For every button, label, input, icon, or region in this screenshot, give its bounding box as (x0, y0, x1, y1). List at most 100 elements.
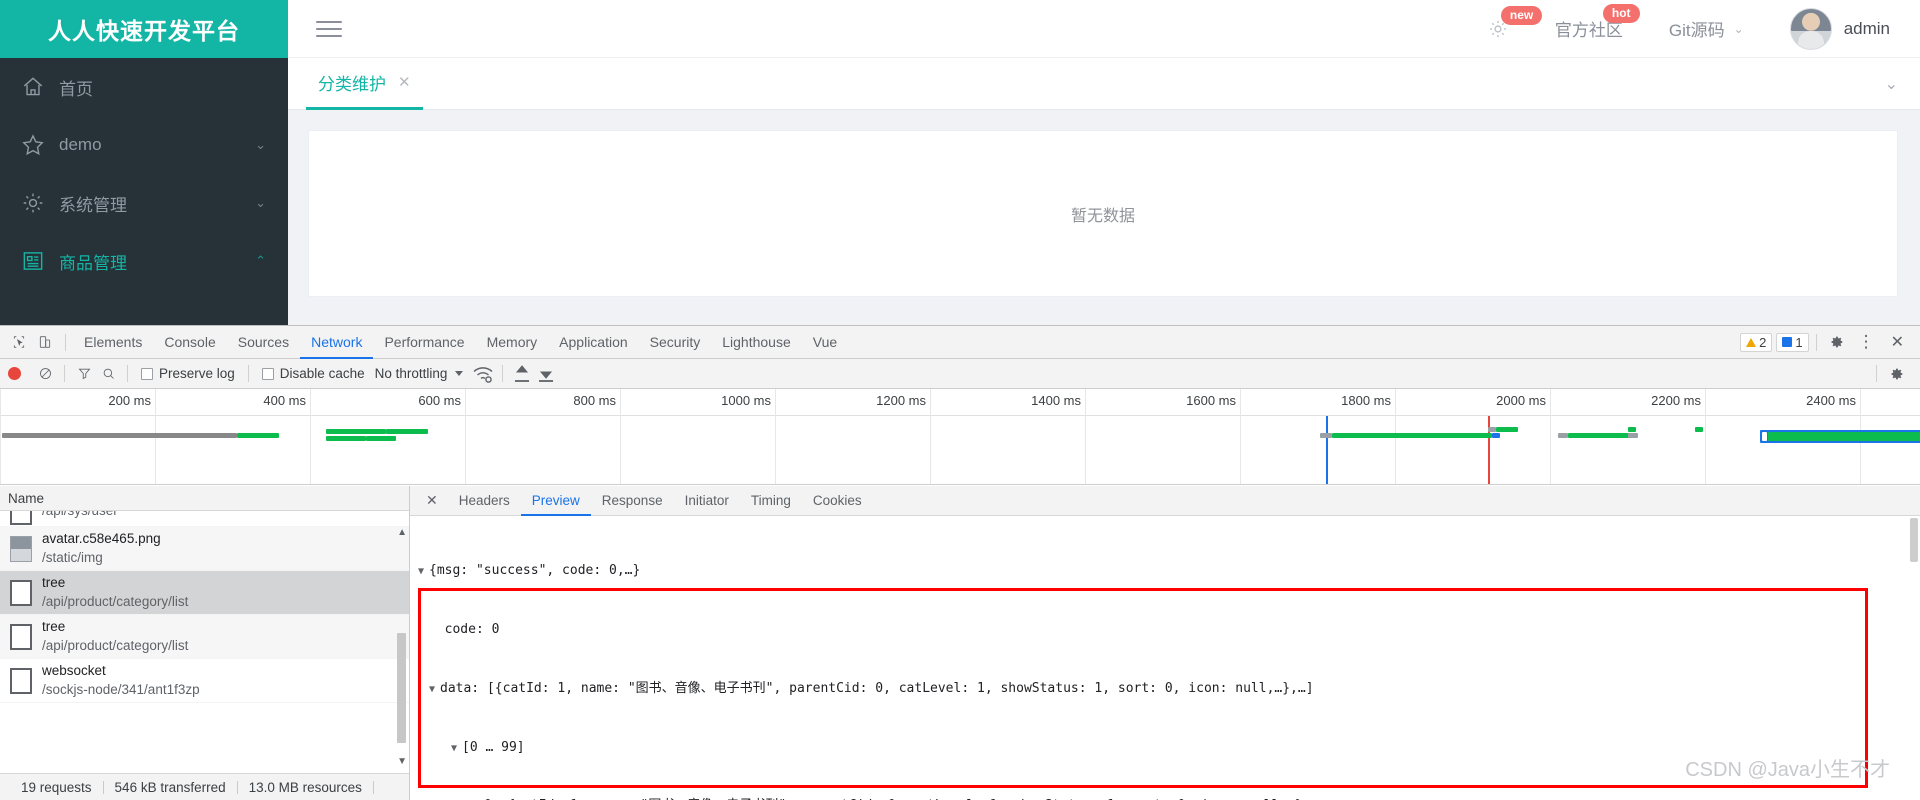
timeline-request-bar (1320, 433, 1332, 438)
table-row[interactable]: tree /api/product/category/list (0, 615, 409, 659)
json-line[interactable]: ▼ [0 … 99] (418, 738, 1920, 758)
timeline-request-bar (2, 433, 237, 438)
table-row[interactable]: tree /api/product/category/list (0, 571, 409, 615)
tab-lighthouse[interactable]: Lighthouse (711, 326, 802, 359)
json-line[interactable]: ▼ {msg: "success", code: 0,…} (418, 561, 1920, 581)
catalog-icon (20, 248, 46, 274)
timeline-request-bar (1488, 427, 1496, 432)
search-icon[interactable] (96, 362, 120, 386)
web-app-region: 人人快速开发平台 new 官方社区 hot Git源码 ⌄ admin 首页 d… (0, 0, 1920, 325)
json-line-text: [0 … 99] (462, 739, 525, 755)
devtools-settings-gear-icon[interactable] (1824, 329, 1850, 355)
tick-label: 2400 ms (1806, 393, 1856, 408)
timeline-request-bar (326, 429, 386, 434)
network-settings-gear-icon[interactable] (1884, 361, 1910, 387)
timeline-request-bar (386, 429, 428, 434)
tabs-collapse-icon[interactable]: ⌄ (1885, 74, 1898, 94)
detail-close-icon[interactable]: ✕ (416, 492, 448, 509)
timeline-request-bar (1492, 433, 1500, 438)
sidebar-item-demo[interactable]: demo ⌄ (0, 116, 288, 174)
sidebar-item-system[interactable]: 系统管理 ⌄ (0, 174, 288, 232)
request-name: avatar.c58e465.png (42, 531, 161, 547)
close-icon[interactable]: ✕ (398, 73, 411, 91)
disable-cache-checkbox[interactable]: Disable cache (261, 366, 365, 381)
tick-label: 2200 ms (1651, 393, 1701, 408)
table-row[interactable]: /api/sys/user (0, 511, 409, 527)
git-source-menu[interactable]: Git源码 ⌄ (1669, 16, 1744, 41)
user-menu[interactable]: admin (1789, 7, 1890, 50)
avatar (1789, 7, 1832, 50)
table-row[interactable]: websocket /sockjs-node/341/ant1f3zp (0, 659, 409, 703)
expand-triangle-icon[interactable]: ▼ (418, 562, 429, 582)
devtools-close-icon[interactable]: ✕ (1883, 332, 1912, 352)
empty-state-text: 暂无数据 (1070, 207, 1135, 225)
scroll-down-icon[interactable]: ▼ (397, 756, 407, 767)
divider (1815, 333, 1817, 351)
detail-tab-initiator[interactable]: Initiator (674, 486, 740, 516)
sidebar-item-home[interactable]: 首页 (0, 58, 288, 116)
tick-label: 800 ms (573, 393, 616, 408)
preview-scrollbar[interactable] (1908, 516, 1920, 800)
sidebar-item-product[interactable]: 商品管理 ⌃ (0, 232, 288, 290)
new-badge: new (1500, 5, 1543, 25)
tab-performance[interactable]: Performance (373, 326, 475, 359)
tab-elements[interactable]: Elements (73, 326, 153, 359)
tab-console[interactable]: Console (153, 326, 226, 359)
menu-toggle-icon[interactable] (316, 16, 342, 42)
settings-gear-button[interactable]: new (1487, 5, 1543, 40)
message-count: 1 (1795, 334, 1803, 350)
network-toolbar: Preserve log Disable cache No throttling (0, 359, 1920, 389)
throttling-select[interactable]: No throttling (375, 366, 464, 381)
clear-icon[interactable] (33, 362, 57, 386)
table-row[interactable]: avatar.c58e465.png /static/img (0, 527, 409, 571)
sidebar: 首页 demo ⌄ 系统管理 ⌄ 商品管理 ⌃ (0, 58, 288, 325)
network-conditions-icon[interactable] (471, 362, 495, 386)
preserve-log-checkbox[interactable]: Preserve log (141, 366, 235, 381)
scrollbar-thumb[interactable] (1910, 518, 1918, 562)
tick-label: 2000 ms (1496, 393, 1546, 408)
json-line[interactable]: ▼ data: [{catId: 1, name: "图书、音像、电子书刊", p… (418, 679, 1920, 699)
import-har-icon[interactable] (510, 362, 534, 386)
detail-tab-headers[interactable]: Headers (448, 486, 521, 516)
requests-scrollbar[interactable] (396, 545, 407, 743)
device-toolbar-icon[interactable] (32, 329, 58, 355)
json-line[interactable]: ▶0: {catId: 1, name: "图书、音像、电子书刊", paren… (418, 796, 1920, 800)
tab-application[interactable]: Application (548, 326, 639, 359)
json-line: code: 0 (418, 620, 1920, 640)
tab-security[interactable]: Security (639, 326, 712, 359)
message-count-badge[interactable]: 1 (1776, 332, 1809, 352)
requests-list[interactable]: /api/sys/user avatar.c58e465.png /static… (0, 511, 409, 773)
divider (127, 365, 128, 382)
json-preview[interactable]: ▼ {msg: "success", code: 0,…} code: 0 ▼ da… (410, 516, 1920, 800)
chevron-up-icon: ⌃ (255, 253, 266, 268)
network-overview-timeline[interactable]: 200 ms 400 ms 600 ms 800 ms 1000 ms 1200… (0, 389, 1920, 485)
record-button[interactable] (8, 367, 21, 380)
divider (65, 333, 66, 351)
tab-sources[interactable]: Sources (227, 326, 300, 359)
json-line-text: code: 0 (429, 621, 500, 637)
tab-vue[interactable]: Vue (802, 326, 848, 359)
throttling-value: No throttling (374, 366, 448, 381)
export-har-icon[interactable] (534, 362, 558, 386)
expand-triangle-icon[interactable]: ▼ (429, 680, 440, 700)
divider (502, 365, 504, 382)
inspect-element-icon[interactable] (6, 329, 32, 355)
tab-category-maintenance[interactable]: 分类维护 ✕ (306, 58, 423, 110)
detail-tab-response[interactable]: Response (591, 486, 674, 516)
scrollbar-thumb[interactable] (397, 633, 406, 743)
detail-tab-timing[interactable]: Timing (740, 486, 802, 516)
checkbox-box (261, 367, 274, 380)
detail-tab-cookies[interactable]: Cookies (802, 486, 873, 516)
tab-memory[interactable]: Memory (476, 326, 549, 359)
timeline-request-bar (1628, 427, 1636, 432)
tab-network[interactable]: Network (300, 326, 373, 359)
community-link[interactable]: 官方社区 hot (1555, 4, 1640, 41)
detail-tab-preview[interactable]: Preview (521, 486, 591, 516)
requests-column-header[interactable]: Name (0, 486, 409, 511)
scroll-up-icon[interactable]: ▲ (397, 527, 407, 538)
warning-count-badge[interactable]: 2 (1740, 332, 1773, 352)
expand-triangle-icon[interactable]: ▼ (451, 739, 462, 759)
filter-icon[interactable] (72, 362, 96, 386)
devtools-more-icon[interactable]: ⋮ (1850, 332, 1883, 352)
divider (372, 780, 374, 794)
